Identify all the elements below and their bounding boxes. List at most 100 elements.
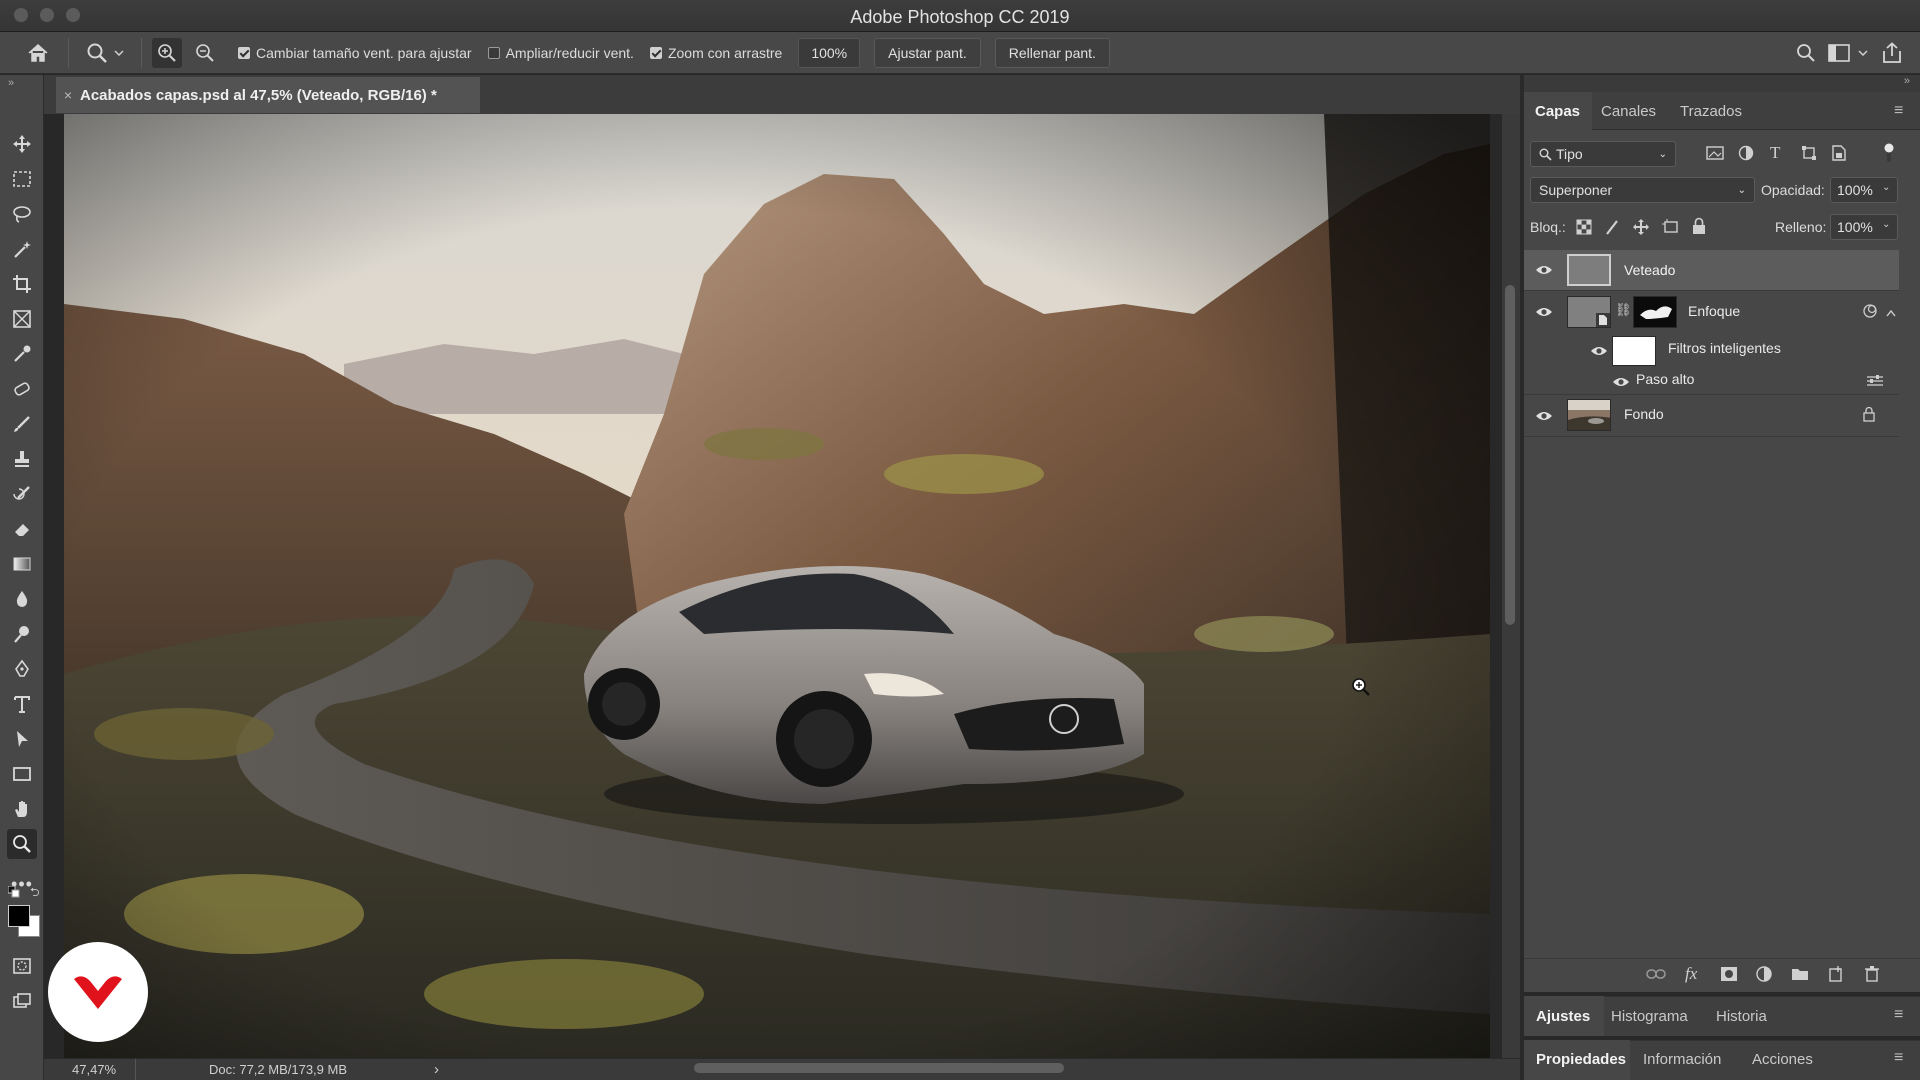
link-layers-icon[interactable] — [1646, 967, 1666, 984]
collapse-panels-icon[interactable]: » — [1904, 75, 1910, 87]
checkbox-checked-icon[interactable] — [649, 46, 662, 59]
document-tab[interactable]: × Acabados capas.psd al 47,5% (Veteado, … — [56, 77, 480, 113]
pen-tool-icon[interactable] — [7, 654, 37, 684]
tab-adjustments[interactable]: Ajustes — [1536, 1008, 1590, 1025]
tab-channels[interactable]: Canales — [1601, 103, 1656, 120]
zoom-percent-field[interactable]: 100% — [798, 37, 861, 68]
checkbox-checked-icon[interactable] — [238, 46, 250, 59]
share-icon[interactable] — [1872, 41, 1912, 64]
lock-all-icon[interactable] — [1692, 217, 1706, 238]
layer-style-icon[interactable]: fx — [1685, 964, 1697, 984]
shape-filter-icon[interactable] — [1801, 145, 1817, 161]
blend-mode-dropdown[interactable]: Superponer ⌄ — [1530, 177, 1755, 203]
layer-filter-dropdown[interactable]: Tipo ⌄ — [1530, 141, 1676, 167]
tab-layers[interactable]: Capas — [1535, 103, 1580, 120]
layer-mask-thumbnail[interactable] — [1633, 296, 1677, 328]
smart-filters-label[interactable]: Filtros inteligentes — [1668, 340, 1781, 356]
fit-screen-button[interactable]: Ajustar pant. — [874, 37, 981, 68]
move-tool-icon[interactable] — [7, 129, 37, 159]
layer-name-veteado[interactable]: Veteado — [1624, 262, 1675, 278]
status-arrow-icon[interactable]: › — [434, 1061, 439, 1078]
search-icon[interactable] — [1788, 43, 1824, 63]
filter-toggle-switch[interactable] — [1884, 142, 1894, 164]
resize-windows-checkbox[interactable]: Cambiar tamaño vent. para ajustar — [238, 45, 472, 61]
new-adjustment-layer-icon[interactable] — [1756, 966, 1772, 985]
add-mask-icon[interactable] — [1720, 966, 1738, 985]
collapse-toolbar-icon[interactable]: » — [8, 77, 14, 89]
history-brush-tool-icon[interactable] — [7, 479, 37, 509]
smart-object-filter-icon[interactable] — [1832, 145, 1846, 161]
workspace-icon[interactable] — [1824, 43, 1854, 62]
background-layer-thumbnail[interactable] — [1567, 399, 1611, 431]
image-filter-icon[interactable] — [1706, 145, 1724, 161]
chevron-down-icon[interactable] — [111, 49, 127, 56]
screen-mode-icon[interactable] — [7, 986, 37, 1016]
status-doc-info[interactable]: Doc: 77,2 MB/173,9 MB — [209, 1062, 347, 1077]
rectangle-tool-icon[interactable] — [7, 759, 37, 789]
quick-mask-icon[interactable] — [7, 951, 37, 981]
layer-name-fondo[interactable]: Fondo — [1624, 406, 1664, 422]
foreground-color-swatch[interactable] — [8, 905, 30, 927]
healing-brush-tool-icon[interactable] — [7, 374, 37, 404]
eye-icon[interactable] — [1535, 305, 1553, 317]
type-filter-icon[interactable]: T — [1770, 143, 1780, 163]
fill-screen-button[interactable]: Rellenar pant. — [994, 37, 1110, 68]
chevron-down-icon[interactable]: ⌄ — [1882, 219, 1890, 230]
chevron-up-icon[interactable] — [1886, 304, 1896, 320]
lasso-tool-icon[interactable] — [7, 199, 37, 229]
delete-layer-icon[interactable] — [1865, 966, 1879, 985]
panel-menu-icon[interactable]: ≡ — [1894, 1049, 1903, 1067]
chevron-down-icon[interactable]: ⌄ — [1882, 182, 1890, 193]
chevron-down-icon[interactable] — [1854, 49, 1872, 56]
path-selection-tool-icon[interactable] — [7, 724, 37, 754]
eye-icon[interactable] — [1535, 263, 1553, 275]
zoom-tool-icon[interactable] — [7, 829, 37, 859]
lock-position-icon[interactable] — [1632, 218, 1650, 239]
eyedropper-tool-icon[interactable] — [7, 339, 37, 369]
close-icon[interactable]: × — [56, 87, 80, 103]
tab-info[interactable]: Información — [1643, 1051, 1721, 1068]
smart-filter-mask-thumbnail[interactable] — [1612, 336, 1656, 366]
gradient-tool-icon[interactable] — [7, 549, 37, 579]
zoom-in-icon[interactable] — [152, 37, 182, 68]
lock-image-pixels-icon[interactable] — [1604, 218, 1620, 239]
scrubby-zoom-checkbox[interactable]: Zoom con arrastre — [649, 45, 782, 61]
link-icon[interactable]: ⛓ — [1615, 302, 1632, 318]
home-icon[interactable] — [16, 43, 60, 63]
swap-colors-icon[interactable]: ⮌ — [30, 883, 40, 904]
lock-artboard-icon[interactable] — [1662, 219, 1680, 238]
panel-menu-icon[interactable]: ≡ — [1894, 1006, 1903, 1024]
layer-thumbnail[interactable] — [1567, 254, 1611, 286]
filter-name-high-pass[interactable]: Paso alto — [1636, 371, 1694, 387]
tab-histogram[interactable]: Histograma — [1611, 1008, 1688, 1025]
dodge-tool-icon[interactable] — [7, 619, 37, 649]
smart-object-thumbnail[interactable] — [1567, 296, 1611, 328]
checkbox-unchecked-icon[interactable] — [487, 46, 500, 59]
new-layer-icon[interactable] — [1828, 966, 1844, 985]
marquee-tool-icon[interactable] — [7, 164, 37, 194]
layer-name-enfoque[interactable]: Enfoque — [1688, 303, 1740, 319]
tab-paths[interactable]: Trazados — [1680, 103, 1742, 120]
magic-wand-tool-icon[interactable] — [7, 234, 37, 264]
tab-actions[interactable]: Acciones — [1752, 1051, 1813, 1068]
new-group-icon[interactable] — [1791, 967, 1809, 984]
crop-tool-icon[interactable] — [7, 269, 37, 299]
eraser-tool-icon[interactable] — [7, 514, 37, 544]
eye-icon[interactable] — [1590, 344, 1608, 360]
tab-properties[interactable]: Propiedades — [1536, 1051, 1626, 1068]
zoom-out-icon[interactable] — [190, 43, 220, 63]
brush-tool-icon[interactable] — [7, 409, 37, 439]
eye-icon[interactable] — [1535, 409, 1553, 421]
vertical-scrollbar-thumb[interactable] — [1505, 285, 1515, 625]
status-zoom-level[interactable]: 47,47% — [72, 1062, 116, 1077]
frame-tool-icon[interactable] — [7, 304, 37, 334]
zoom-tool-preset-icon[interactable] — [83, 42, 111, 64]
zoom-all-windows-checkbox[interactable]: Ampliar/reducir vent. — [487, 45, 634, 61]
hand-tool-icon[interactable] — [7, 794, 37, 824]
lock-transparent-pixels-icon[interactable] — [1576, 219, 1592, 238]
smart-filter-indicator-icon[interactable] — [1862, 303, 1878, 322]
adjustment-filter-icon[interactable] — [1738, 145, 1754, 161]
eye-icon[interactable] — [1612, 375, 1630, 391]
document-canvas-image[interactable] — [64, 114, 1490, 1058]
panel-menu-icon[interactable]: ≡ — [1894, 102, 1903, 120]
